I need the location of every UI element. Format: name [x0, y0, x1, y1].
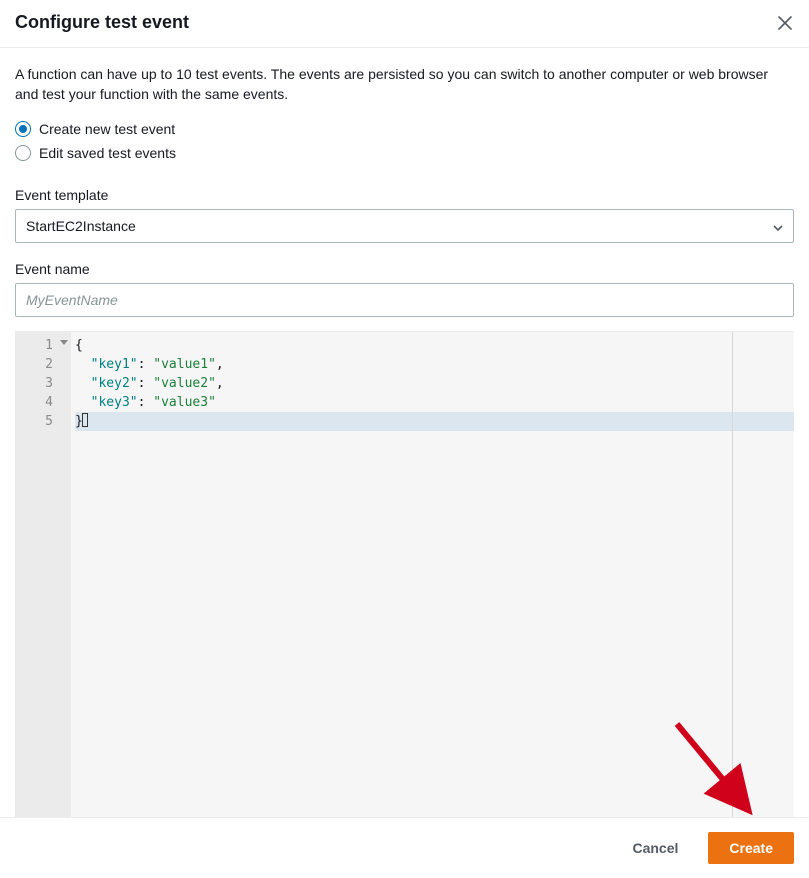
radio-indicator-unchecked: [15, 145, 31, 161]
create-button[interactable]: Create: [708, 832, 794, 864]
gutter-line: 1: [15, 336, 65, 355]
event-mode-radio-group: Create new test event Edit saved test ev…: [15, 121, 794, 169]
editor-cursor: [82, 413, 88, 427]
radio-indicator-checked: [15, 121, 31, 137]
radio-create-new[interactable]: Create new test event: [15, 121, 794, 137]
dialog-title: Configure test event: [15, 12, 189, 33]
event-template-label: Event template: [15, 187, 794, 203]
code-line[interactable]: "key2": "value2",: [75, 374, 794, 393]
gutter-line: 5: [15, 412, 65, 431]
gutter-line: 3: [15, 374, 65, 393]
close-button[interactable]: [776, 14, 794, 32]
radio-edit-label: Edit saved test events: [39, 145, 176, 161]
close-icon: [778, 16, 792, 30]
cancel-button[interactable]: Cancel: [612, 832, 698, 864]
editor-gutter: 12345: [15, 332, 71, 817]
gutter-line: 2: [15, 355, 65, 374]
event-name-label: Event name: [15, 261, 794, 277]
code-line[interactable]: }: [75, 412, 794, 431]
event-template-value: StartEC2Instance: [26, 218, 136, 234]
code-line[interactable]: "key1": "value1",: [75, 355, 794, 374]
chevron-down-icon: [773, 218, 783, 234]
editor-print-margin: [732, 332, 733, 817]
json-editor[interactable]: 12345 { "key1": "value1", "key2": "value…: [15, 331, 794, 817]
dialog-description: A function can have up to 10 test events…: [15, 64, 794, 105]
radio-edit-saved[interactable]: Edit saved test events: [15, 145, 794, 161]
gutter-line: 4: [15, 393, 65, 412]
editor-code[interactable]: { "key1": "value1", "key2": "value2", "k…: [71, 332, 794, 817]
code-line[interactable]: {: [75, 336, 794, 355]
event-name-input[interactable]: [15, 283, 794, 317]
code-line[interactable]: "key3": "value3": [75, 393, 794, 412]
radio-create-label: Create new test event: [39, 121, 175, 137]
fold-icon[interactable]: [60, 340, 68, 345]
event-template-select[interactable]: StartEC2Instance: [15, 209, 794, 243]
